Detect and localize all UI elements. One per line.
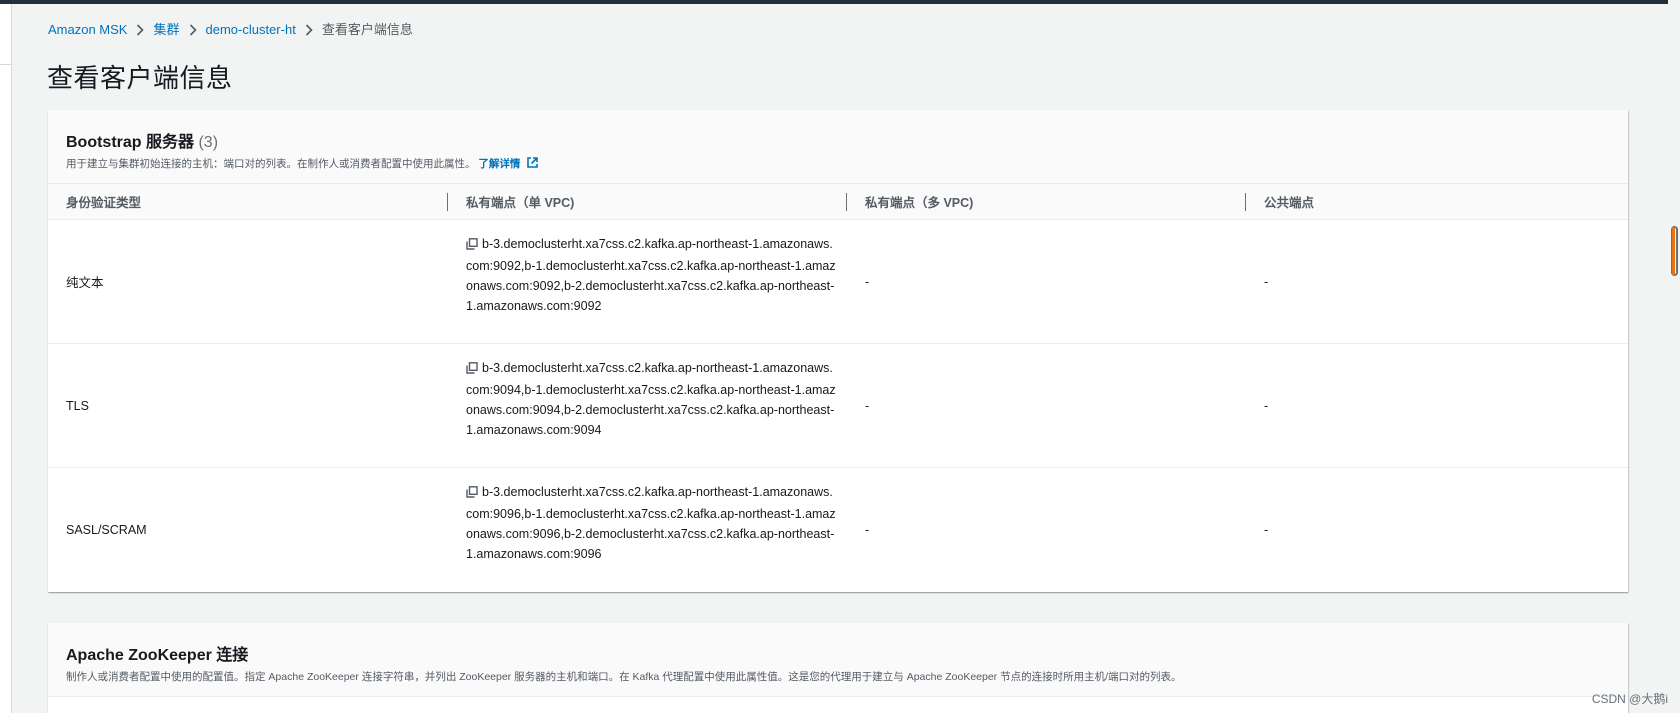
column-header-label: 公共端点 bbox=[1264, 196, 1315, 210]
bootstrap-panel-header: Bootstrap 服务器 (3) 用于建立与集群初始连接的主机：端口对的列表。… bbox=[48, 110, 1628, 184]
column-header-private-single-vpc[interactable]: 私有端点（单 VPC) bbox=[448, 184, 847, 219]
bootstrap-panel-title: Bootstrap 服务器 (3) bbox=[66, 128, 1610, 152]
breadcrumb-amazon-msk[interactable]: Amazon MSK bbox=[48, 22, 127, 38]
breadcrumb-cluster-name[interactable]: demo-cluster-ht bbox=[206, 22, 296, 38]
bootstrap-table-body: 纯文本 b-3.democlusterht.xa7css.c2.kafka.ap… bbox=[48, 220, 1628, 592]
private-multi-vpc-cell: - bbox=[865, 398, 870, 413]
chevron-right-icon bbox=[180, 22, 206, 38]
bootstrap-servers-panel: Bootstrap 服务器 (3) 用于建立与集群初始连接的主机：端口对的列表。… bbox=[48, 110, 1628, 592]
page-scrollbar[interactable] bbox=[1668, 0, 1680, 713]
auth-type-cell: 纯文本 bbox=[66, 276, 104, 290]
copy-icon[interactable] bbox=[466, 236, 478, 256]
zookeeper-panel-title: Apache ZooKeeper 连接 bbox=[66, 647, 249, 664]
learn-more-link[interactable]: 了解详情 bbox=[478, 156, 539, 172]
private-single-vpc-cell: b-3.democlusterht.xa7css.c2.kafka.ap-nor… bbox=[448, 468, 847, 592]
endpoint-value: b-3.democlusterht.xa7css.c2.kafka.ap-nor… bbox=[466, 361, 836, 437]
copy-icon[interactable] bbox=[466, 360, 478, 380]
breadcrumb-current: 查看客户端信息 bbox=[321, 22, 413, 37]
column-header-public-endpoint[interactable]: 公共端点 bbox=[1246, 184, 1628, 219]
endpoint-value: b-3.democlusterht.xa7css.c2.kafka.ap-nor… bbox=[466, 237, 836, 313]
zookeeper-panel-header: Apache ZooKeeper 连接 制作人或消费者配置中使用的配置值。指定 … bbox=[48, 623, 1628, 697]
zookeeper-connection-panel: Apache ZooKeeper 连接 制作人或消费者配置中使用的配置值。指定 … bbox=[48, 623, 1628, 713]
private-single-vpc-cell: b-3.democlusterht.xa7css.c2.kafka.ap-nor… bbox=[448, 344, 847, 467]
bootstrap-description: 用于建立与集群初始连接的主机：端口对的列表。在制作人或消费者配置中使用此属性。 … bbox=[66, 156, 1610, 172]
bootstrap-count: (3) bbox=[198, 134, 219, 151]
copy-icon[interactable] bbox=[466, 484, 478, 504]
bootstrap-description-text: 用于建立与集群初始连接的主机：端口对的列表。在制作人或消费者配置中使用此属性。 bbox=[66, 158, 476, 170]
page-title: 查看客户端信息 bbox=[47, 63, 233, 93]
column-header-auth-type[interactable]: 身份验证类型 bbox=[48, 184, 448, 219]
bootstrap-table-header: 身份验证类型 私有端点（单 VPC) 私有端点（多 VPC) 公共端点 bbox=[48, 184, 1628, 220]
auth-type-cell: TLS bbox=[66, 398, 89, 413]
learn-more-label: 了解详情 bbox=[478, 158, 521, 170]
top-navigation-bar bbox=[0, 0, 1680, 4]
column-header-label: 私有端点（多 VPC) bbox=[865, 196, 974, 210]
side-navigation-rail[interactable] bbox=[0, 4, 12, 713]
private-single-vpc-cell: b-3.democlusterht.xa7css.c2.kafka.ap-nor… bbox=[448, 220, 847, 343]
public-endpoint-cell: - bbox=[1264, 523, 1269, 537]
column-header-label: 私有端点（单 VPC) bbox=[466, 196, 575, 210]
chevron-right-icon bbox=[296, 22, 322, 38]
scrollbar-thumb[interactable] bbox=[1671, 226, 1678, 276]
external-link-icon bbox=[526, 156, 539, 172]
bootstrap-title-text: Bootstrap 服务器 bbox=[66, 134, 195, 151]
table-row: 纯文本 b-3.democlusterht.xa7css.c2.kafka.ap… bbox=[48, 220, 1628, 344]
auth-type-cell: SASL/SCRAM bbox=[66, 523, 147, 537]
table-row: SASL/SCRAM b-3.democlusterht.xa7css.c2.k… bbox=[48, 468, 1628, 592]
breadcrumb: Amazon MSK 集群 demo-cluster-ht 查看客户端信息 bbox=[48, 22, 413, 38]
column-header-label: 身份验证类型 bbox=[66, 196, 142, 210]
watermark: CSDN @大鹅i bbox=[1591, 692, 1668, 706]
zookeeper-description: 制作人或消费者配置中使用的配置值。指定 Apache ZooKeeper 连接字… bbox=[66, 671, 1182, 683]
column-header-private-multi-vpc[interactable]: 私有端点（多 VPC) bbox=[847, 184, 1246, 219]
endpoint-value: b-3.democlusterht.xa7css.c2.kafka.ap-nor… bbox=[466, 485, 836, 561]
chevron-right-icon bbox=[127, 22, 153, 38]
private-multi-vpc-cell: - bbox=[865, 274, 870, 289]
public-endpoint-cell: - bbox=[1264, 274, 1269, 289]
private-multi-vpc-cell: - bbox=[865, 523, 870, 537]
table-row: TLS b-3.democlusterht.xa7css.c2.kafka.ap… bbox=[48, 344, 1628, 468]
breadcrumb-clusters[interactable]: 集群 bbox=[153, 22, 179, 38]
public-endpoint-cell: - bbox=[1264, 398, 1269, 413]
